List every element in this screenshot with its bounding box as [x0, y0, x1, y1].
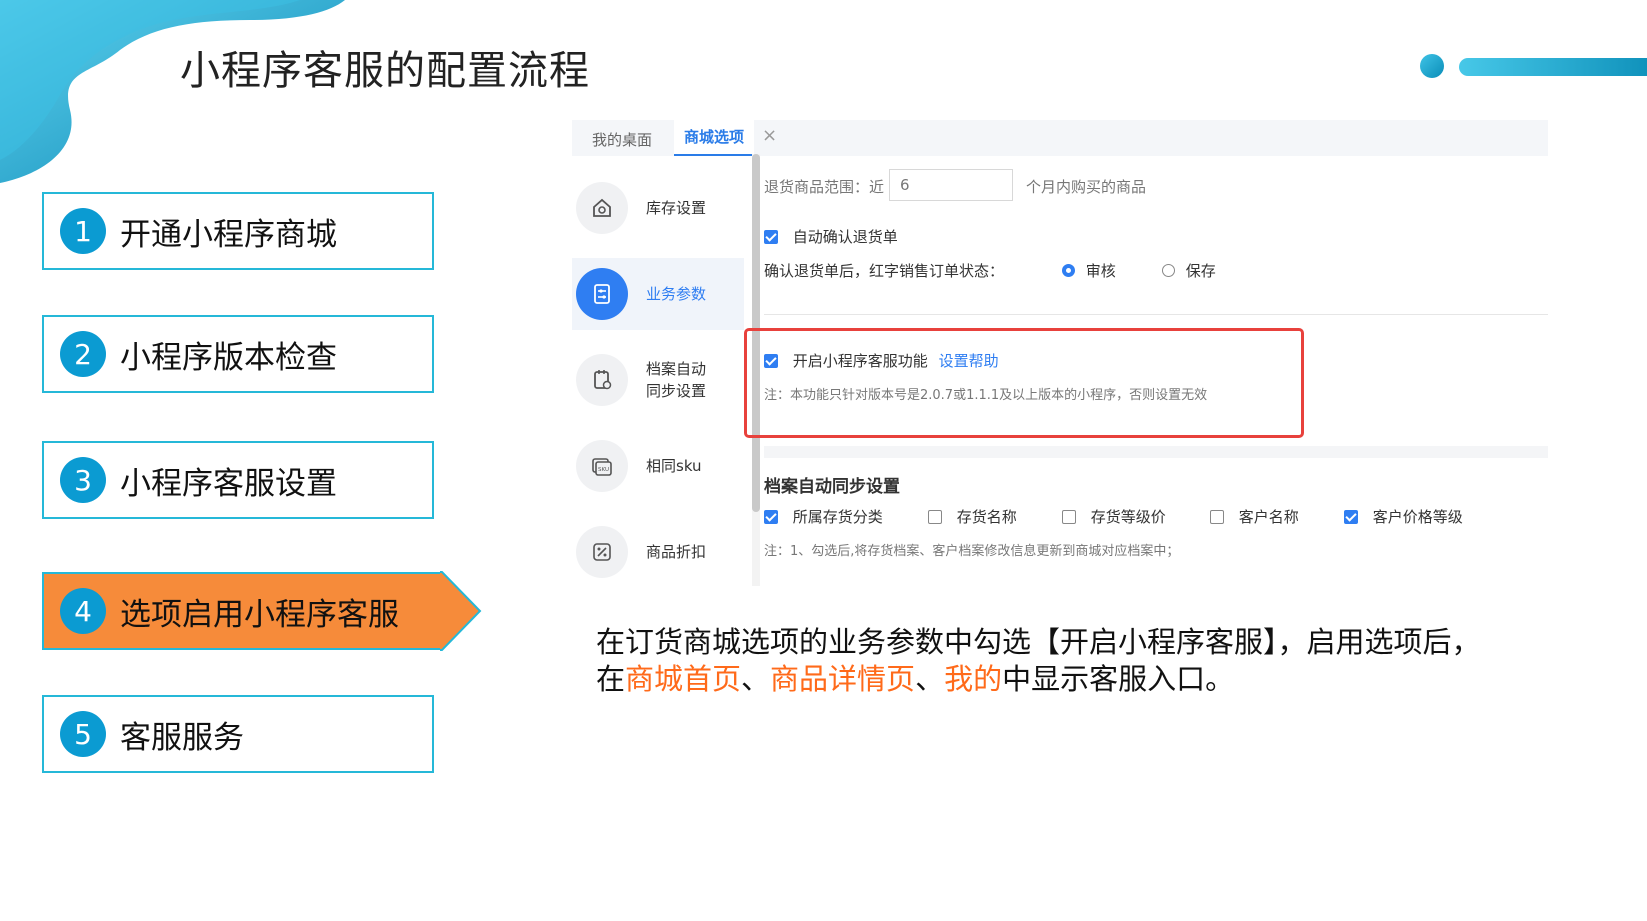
desc-separator: 、	[915, 662, 945, 696]
house-gear-icon	[576, 182, 628, 234]
return-range-label: 退货商品范围：近	[764, 178, 885, 196]
sync-option-customer-name[interactable]: 客户名称	[1210, 506, 1299, 527]
sidebar-item-label: 库存设置	[646, 199, 707, 217]
description-line-1: 在订货商城选项的业务参数中勾选【开启小程序客服】，启用选项后，	[596, 625, 1481, 659]
sync-option-label: 客户名称	[1238, 508, 1299, 526]
sync-checkbox[interactable]	[1062, 510, 1076, 524]
sync-option-label: 客户价格等级	[1372, 508, 1463, 526]
highlight-box	[744, 328, 1304, 438]
sync-option-label: 所属存货分类	[792, 508, 883, 526]
step-3: 3 小程序客服设置	[42, 441, 434, 519]
discount-icon	[576, 526, 628, 578]
description-text: 在订货商城选项的业务参数中勾选【开启小程序客服】，启用选项后， 在商城首页、商品…	[596, 624, 1596, 698]
sync-checkbox[interactable]	[928, 510, 942, 524]
desc-highlight-mine: 我的	[944, 662, 1003, 696]
divider	[764, 314, 1548, 315]
settings-screenshot: 我的桌面 商城选项 × 库存设置 业务参数 档案自动 同步设置 SKU 相同sk…	[572, 120, 1548, 586]
auto-confirm-row: 自动确认退货单	[764, 226, 898, 247]
header-bar-decoration	[1415, 52, 1647, 78]
sidebar-item-discount[interactable]: 商品折扣	[572, 516, 744, 586]
sync-checkbox[interactable]	[1210, 510, 1224, 524]
page-title: 小程序客服的配置流程	[180, 48, 590, 94]
auto-confirm-checkbox[interactable]	[764, 230, 778, 244]
sync-option-label: 存货等级价	[1090, 508, 1166, 526]
close-icon[interactable]: ×	[762, 125, 777, 146]
step-label: 小程序客服设置	[120, 465, 337, 502]
sidebar-item-business-params[interactable]: 业务参数	[572, 258, 744, 330]
desc-separator: 、	[741, 662, 771, 696]
sidebar-item-archive-sync[interactable]: 档案自动 同步设置	[572, 344, 744, 416]
sync-checkbox[interactable]	[764, 510, 778, 524]
sync-option-item-name[interactable]: 存货名称	[928, 506, 1017, 527]
step-label: 开通小程序商城	[120, 216, 337, 253]
step-label: 客服服务	[120, 719, 244, 756]
step-number: 2	[60, 331, 106, 377]
step-label: 小程序版本检查	[120, 339, 337, 376]
header-bar	[1459, 58, 1647, 76]
desc-highlight-mall-home: 商城首页	[625, 662, 742, 696]
sync-checkbox[interactable]	[1344, 510, 1358, 524]
sync-section-title: 档案自动同步设置	[764, 477, 900, 497]
sliders-doc-icon	[576, 268, 628, 320]
radio-approve-button[interactable]	[1062, 264, 1075, 277]
radio-save-label: 保存	[1185, 262, 1216, 280]
tab-mall-options[interactable]: 商城选项	[674, 120, 755, 156]
active-step-arrow	[440, 571, 482, 651]
section-separator	[764, 446, 1548, 458]
sidebar-item-label: 业务参数	[646, 285, 707, 303]
description-line-2: 在商城首页、商品详情页、我的中显示客服入口。	[596, 661, 1596, 698]
tab-bar: 我的桌面 商城选项 ×	[572, 120, 1548, 156]
tab-my-desktop[interactable]: 我的桌面	[592, 129, 652, 150]
radio-approve[interactable]: 审核	[1062, 260, 1116, 281]
sync-option-level-price[interactable]: 存货等级价	[1062, 506, 1166, 527]
settings-sidebar: 库存设置 业务参数 档案自动 同步设置 SKU 相同sku 商品折扣	[572, 156, 752, 586]
sku-icon: SKU	[576, 440, 628, 492]
step-4-active: 4 选项启用小程序客服	[42, 572, 442, 650]
step-label: 选项启用小程序客服	[120, 596, 399, 633]
sidebar-item-label: 档案自动 同步设置	[646, 360, 707, 400]
radio-save[interactable]: 保存	[1162, 260, 1216, 281]
svg-text:SKU: SKU	[598, 467, 609, 473]
step-number: 5	[60, 711, 106, 757]
header-dot	[1420, 54, 1444, 78]
step-number: 1	[60, 208, 106, 254]
step-2: 2 小程序版本检查	[42, 315, 434, 393]
sync-option-label: 存货名称	[956, 508, 1017, 526]
sync-option-customer-level[interactable]: 客户价格等级	[1344, 506, 1463, 527]
step-number: 3	[60, 457, 106, 503]
sidebar-item-label: 相同sku	[646, 457, 702, 475]
desc-text: 在	[596, 662, 626, 696]
radio-save-button[interactable]	[1162, 264, 1175, 277]
sidebar-item-inventory[interactable]: 库存设置	[572, 172, 744, 244]
sync-option-category[interactable]: 所属存货分类	[764, 506, 883, 527]
status-label: 确认退货单后，红字销售订单状态：	[764, 262, 1005, 280]
radio-approve-label: 审核	[1085, 262, 1116, 280]
desc-highlight-product-detail: 商品详情页	[770, 662, 916, 696]
return-range-suffix: 个月内购买的商品	[1026, 178, 1147, 196]
return-months-input[interactable]: 6	[889, 169, 1013, 201]
settings-content: 退货商品范围：近 6 个月内购买的商品 自动确认退货单 确认退货单后，红字销售订…	[744, 156, 1548, 586]
step-1: 1 开通小程序商城	[42, 192, 434, 270]
desc-text: 中显示客服入口。	[1002, 662, 1235, 696]
sidebar-item-label: 商品折扣	[646, 543, 707, 561]
sidebar-item-same-sku[interactable]: SKU 相同sku	[572, 430, 744, 502]
step-number: 4	[60, 588, 106, 634]
sync-note: 注：1、勾选后,将存货档案、客户档案修改信息更新到商城对应档案中；	[764, 544, 1180, 559]
step-5: 5 客服服务	[42, 695, 434, 773]
sync-doc-icon	[576, 354, 628, 406]
auto-confirm-label: 自动确认退货单	[792, 228, 898, 246]
